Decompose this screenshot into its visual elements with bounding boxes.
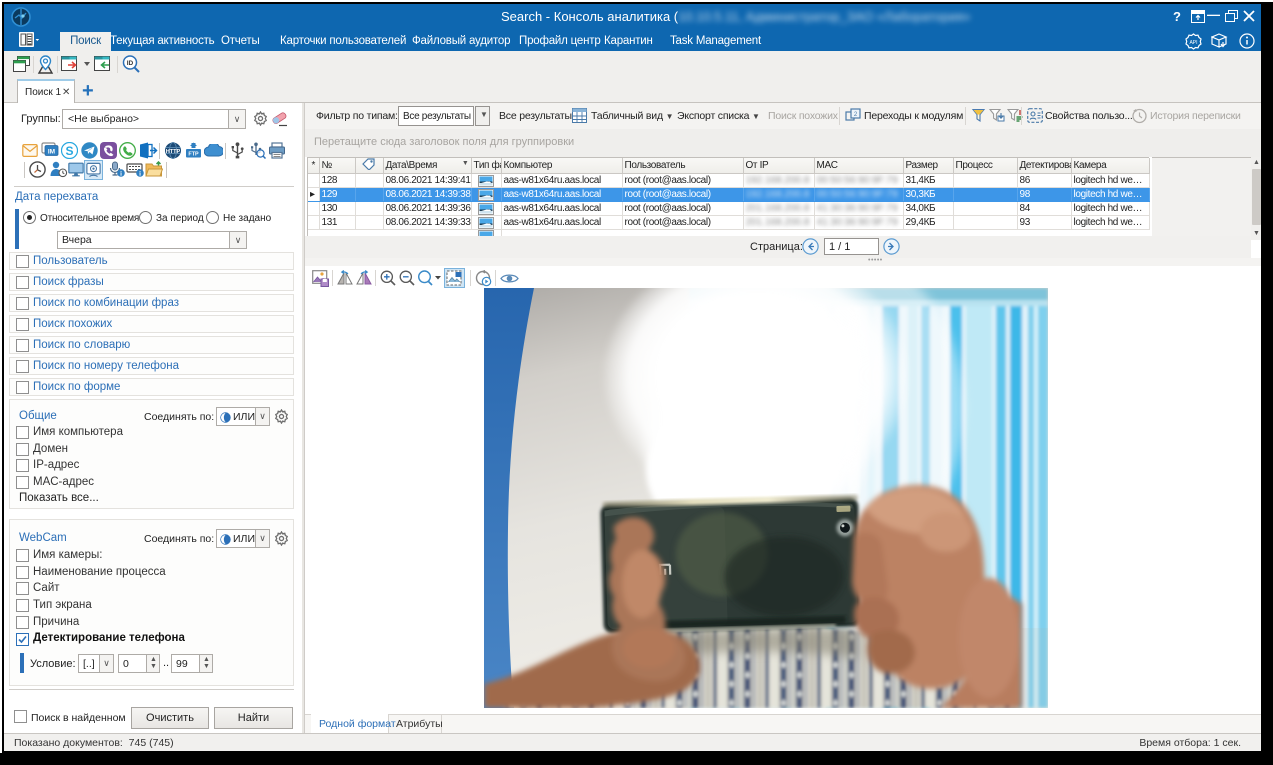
svg-text:HTTP: HTTP: [166, 149, 181, 155]
svg-text:FTP: FTP: [188, 152, 199, 158]
svg-text:S: S: [65, 144, 73, 158]
svg-text:ID: ID: [127, 60, 134, 67]
svg-text:IM: IM: [48, 149, 55, 156]
svg-text:API: API: [1189, 40, 1197, 46]
svg-text:i: i: [120, 171, 122, 178]
svg-text:i: i: [139, 171, 141, 178]
